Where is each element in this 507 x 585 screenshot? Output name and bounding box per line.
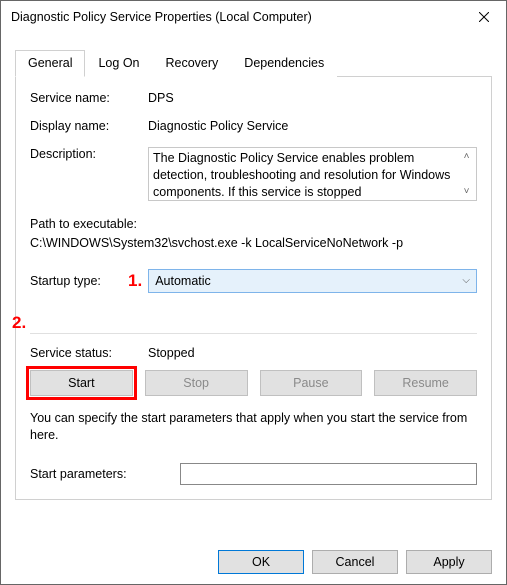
start-params-hint: You can specify the start parameters tha… [30, 410, 477, 445]
close-button[interactable] [461, 1, 506, 33]
path-value: C:\WINDOWS\System32\svchost.exe -k Local… [30, 234, 477, 253]
resume-button: Resume [374, 370, 477, 396]
service-status-label: Service status: [30, 346, 148, 360]
general-panel: Service name: DPS Display name: Diagnost… [15, 77, 492, 500]
startup-type-value: Automatic [155, 274, 211, 288]
description-text: The Diagnostic Policy Service enables pr… [153, 151, 450, 199]
separator [30, 333, 477, 334]
service-name-label: Service name: [30, 91, 148, 105]
annotation-2: 2. [12, 313, 26, 333]
tab-general[interactable]: General [15, 50, 85, 77]
ok-button[interactable]: OK [218, 550, 304, 574]
apply-button[interactable]: Apply [406, 550, 492, 574]
stop-button: Stop [145, 370, 248, 396]
properties-dialog: Diagnostic Policy Service Properties (Lo… [0, 0, 507, 585]
pause-button: Pause [260, 370, 363, 396]
chevron-down-icon: ⌵ [462, 275, 470, 286]
annotation-1: 1. [128, 271, 142, 291]
dialog-footer: OK Cancel Apply [218, 550, 492, 574]
start-params-label: Start parameters: [30, 467, 180, 481]
tab-logon[interactable]: Log On [85, 50, 152, 77]
window-title: Diagnostic Policy Service Properties (Lo… [11, 10, 461, 24]
cancel-button[interactable]: Cancel [312, 550, 398, 574]
display-name-label: Display name: [30, 119, 148, 133]
startup-type-label: Startup type: [30, 274, 128, 288]
service-status-value: Stopped [148, 346, 195, 360]
tab-recovery[interactable]: Recovery [153, 50, 232, 77]
titlebar: Diagnostic Policy Service Properties (Lo… [1, 1, 506, 33]
description-box: The Diagnostic Policy Service enables pr… [148, 147, 477, 201]
description-label: Description: [30, 147, 148, 161]
start-params-input[interactable] [180, 463, 477, 485]
scroll-down-icon[interactable]: ˅ [459, 185, 474, 199]
tab-strip: General Log On Recovery Dependencies [15, 49, 492, 77]
scroll-up-icon[interactable]: ˄ [459, 150, 474, 164]
tab-dependencies[interactable]: Dependencies [231, 50, 337, 77]
start-button[interactable]: Start [30, 370, 133, 396]
close-icon [479, 12, 489, 22]
display-name-value: Diagnostic Policy Service [148, 119, 477, 133]
path-label: Path to executable: [30, 215, 477, 234]
startup-type-select[interactable]: Automatic ⌵ [148, 269, 477, 293]
description-scrollbar[interactable]: ˄ ˅ [459, 150, 474, 198]
service-name-value: DPS [148, 91, 477, 105]
